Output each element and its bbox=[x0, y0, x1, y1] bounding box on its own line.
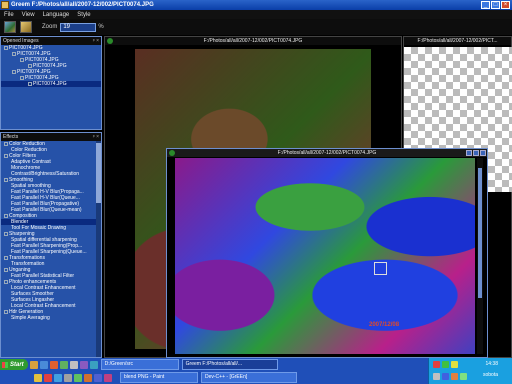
quicklaunch-folder-icon[interactable] bbox=[29, 360, 38, 369]
tree-expander-icon[interactable] bbox=[28, 81, 32, 86]
quicklaunch-app-icon[interactable] bbox=[74, 373, 82, 382]
quicklaunch-app-icon[interactable] bbox=[59, 360, 68, 369]
processed-photo[interactable] bbox=[175, 158, 475, 354]
quicklaunch-app-icon[interactable] bbox=[79, 360, 88, 369]
opened-image-label: PICT0074.JPG bbox=[33, 81, 67, 87]
opened-images-header: Opened Images ᵖ × bbox=[1, 37, 101, 45]
effect-label: Simple Averaging bbox=[11, 315, 50, 321]
quicklaunch-app-icon[interactable] bbox=[54, 373, 62, 382]
processed-close-button[interactable] bbox=[480, 150, 486, 156]
quicklaunch-app-icon[interactable] bbox=[94, 373, 102, 382]
quicklaunch-app-icon[interactable] bbox=[64, 373, 72, 382]
effects-scroll-thumb[interactable] bbox=[96, 143, 101, 203]
selection-marker[interactable] bbox=[374, 262, 387, 275]
tree-expander-icon[interactable] bbox=[4, 255, 8, 260]
tray-icon[interactable] bbox=[451, 373, 458, 380]
tray-icon[interactable] bbox=[460, 373, 467, 380]
menu-style[interactable]: Style bbox=[73, 12, 94, 18]
task-button-explorer[interactable]: D:/Green/src bbox=[100, 359, 179, 370]
tree-expander-icon[interactable] bbox=[4, 309, 8, 314]
tree-expander-icon[interactable] bbox=[4, 267, 8, 272]
original-image-path: F:/Photos/all/all/2007-12/002/PICT0074.J… bbox=[203, 38, 303, 44]
processed-maximize-button[interactable] bbox=[473, 150, 479, 156]
tree-expander-icon[interactable] bbox=[4, 45, 8, 50]
tree-expander-icon[interactable] bbox=[28, 63, 32, 68]
date-stamp: 2007/12/08 bbox=[369, 322, 400, 328]
tray-icon[interactable] bbox=[442, 361, 449, 368]
open-image-icon[interactable] bbox=[4, 21, 16, 33]
opened-images-title: Opened Images bbox=[3, 38, 39, 44]
processed-image-path: F:/Photos/all/all/2007-12/002/PICT0074.J… bbox=[277, 150, 377, 156]
effect-item[interactable]: Simple Averaging bbox=[1, 315, 97, 321]
taskbar: Start D:/Green/src Greem F:/Photos/all/a… bbox=[0, 358, 512, 384]
app-icon bbox=[1, 1, 9, 9]
window-status-icon bbox=[169, 150, 175, 156]
zoom-input[interactable]: 19 bbox=[60, 22, 97, 32]
tray-icon[interactable] bbox=[433, 361, 440, 368]
pencil-icon[interactable] bbox=[20, 21, 32, 33]
panel-pin-close-buttons[interactable]: ᵖ × bbox=[93, 37, 101, 45]
title-bar: Greem F:/Photos/all/all/2007-12/002/PICT… bbox=[0, 0, 512, 10]
processed-image-window: F:/Photos/all/all/2007-12/002/PICT0074.J… bbox=[166, 148, 488, 358]
effects-tree: Color Reduction Color Reduction Color Filt… bbox=[1, 141, 101, 321]
window-status-icon bbox=[107, 38, 113, 44]
tree-expander-icon[interactable] bbox=[12, 69, 16, 74]
quicklaunch-app-icon[interactable] bbox=[84, 373, 92, 382]
processed-minimize-button[interactable] bbox=[466, 150, 472, 156]
processed-scroll-thumb[interactable] bbox=[478, 168, 482, 298]
preview-image-header: F:/Photos/all/all/2007-12/002/PICT... bbox=[404, 37, 511, 45]
minimize-button[interactable]: _ bbox=[481, 1, 490, 9]
task-button-greem[interactable]: Greem F:/Photos/all/all/... bbox=[181, 359, 278, 370]
tray-icon[interactable] bbox=[451, 361, 458, 368]
quicklaunch-ie-icon[interactable] bbox=[39, 360, 48, 369]
opened-image-item[interactable]: PICT0074.JPG bbox=[1, 81, 101, 87]
opened-images-panel: Opened Images ᵖ × PICT0074.JPG PICT0074.J… bbox=[0, 36, 102, 130]
effects-header: Effects ᵖ × bbox=[1, 133, 101, 141]
quicklaunch-app-icon[interactable] bbox=[89, 360, 98, 369]
tree-expander-icon[interactable] bbox=[4, 231, 8, 236]
quicklaunch-app-icon[interactable] bbox=[34, 373, 42, 382]
tray-icon[interactable] bbox=[442, 373, 449, 380]
menu-bar: File View Language Style bbox=[0, 10, 512, 19]
window-title: Greem F:/Photos/all/all/2007-12/002/PICT… bbox=[11, 2, 154, 8]
toolbar: Zoom 19 % bbox=[0, 19, 512, 35]
effects-scrollbar[interactable] bbox=[96, 141, 101, 357]
maximize-button[interactable]: □ bbox=[491, 1, 500, 9]
tray-user-label: sobota bbox=[482, 372, 498, 378]
processed-scrollbar[interactable] bbox=[477, 158, 483, 354]
tree-expander-icon[interactable] bbox=[12, 51, 16, 56]
menu-file[interactable]: File bbox=[0, 12, 18, 18]
effects-title: Effects bbox=[3, 134, 19, 140]
quicklaunch-app-icon[interactable] bbox=[44, 373, 52, 382]
quicklaunch-app-icon[interactable] bbox=[104, 373, 112, 382]
original-image-header: F:/Photos/all/all/2007-12/002/PICT0074.J… bbox=[105, 37, 401, 45]
opened-images-tree: PICT0074.JPG PICT0074.JPG PICT0074.JPG PICT… bbox=[1, 45, 101, 87]
menu-view[interactable]: View bbox=[18, 12, 39, 18]
start-label: Start bbox=[10, 361, 24, 368]
tree-expander-icon[interactable] bbox=[4, 177, 8, 182]
tray-icon[interactable] bbox=[433, 373, 440, 380]
effects-pin-close-buttons[interactable]: ᵖ × bbox=[93, 133, 101, 141]
quicklaunch-firefox-icon[interactable] bbox=[49, 360, 58, 369]
tree-expander-icon[interactable] bbox=[20, 75, 24, 80]
task-button-paint[interactable]: blend PNG - Paint bbox=[120, 372, 198, 383]
close-button[interactable]: × bbox=[501, 1, 510, 9]
tree-expander-icon[interactable] bbox=[4, 213, 8, 218]
windows-flag-icon bbox=[2, 361, 8, 368]
task-button-devcpp[interactable]: Dev-C++ - [GrEEn] bbox=[201, 372, 297, 383]
system-tray: 14:38 sobota bbox=[428, 358, 512, 384]
processed-image-header: F:/Photos/all/all/2007-12/002/PICT0074.J… bbox=[167, 149, 487, 157]
quicklaunch-app-icon[interactable] bbox=[69, 360, 78, 369]
start-button[interactable]: Start bbox=[0, 359, 28, 370]
clock[interactable]: 14:38 bbox=[485, 361, 498, 367]
zoom-unit: % bbox=[98, 24, 104, 30]
zoom-label: Zoom bbox=[42, 24, 58, 30]
preview-image-path: F:/Photos/all/all/2007-12/002/PICT... bbox=[417, 38, 498, 44]
tree-expander-icon[interactable] bbox=[4, 141, 8, 146]
effects-panel: Effects ᵖ × Color Reduction Color Reducti… bbox=[0, 132, 102, 358]
tree-expander-icon[interactable] bbox=[4, 279, 8, 284]
menu-language[interactable]: Language bbox=[39, 12, 74, 18]
tree-expander-icon[interactable] bbox=[20, 57, 24, 62]
tree-expander-icon[interactable] bbox=[4, 153, 8, 158]
